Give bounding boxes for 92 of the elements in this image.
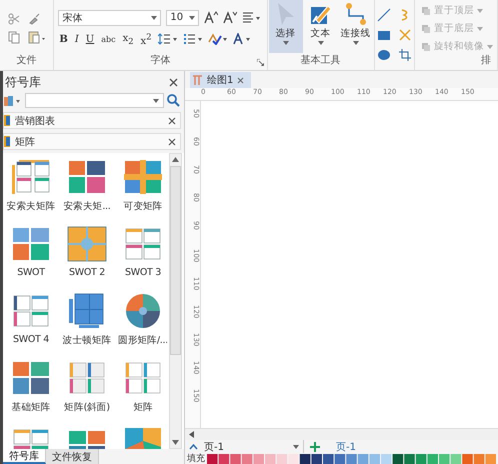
- brush-icon[interactable]: [28, 13, 40, 25]
- group-label: 字体: [150, 54, 170, 68]
- caret-icon: [352, 41, 359, 45]
- shape-label: 安索夫矩...: [64, 200, 110, 213]
- scrollbar-thumb[interactable]: [170, 166, 181, 356]
- rectangle-icon[interactable]: [376, 28, 391, 42]
- caret-icon: [477, 26, 483, 30]
- shape-thumbnail-drawing[interactable]: [11, 360, 51, 396]
- shape-label: SWOT 2: [69, 267, 105, 278]
- shape-label: 矩阵: [133, 401, 153, 414]
- format-button[interactable]: U: [84, 34, 96, 45]
- format-button[interactable]: x$^{2}$: [140, 32, 152, 48]
- font-color-icon[interactable]: [232, 33, 250, 46]
- paste-icon[interactable]: [28, 31, 46, 44]
- close-icon[interactable]: [169, 78, 178, 87]
- document-tab[interactable]: 绘图1: [190, 72, 252, 88]
- shape-label: SWOT 3: [125, 267, 161, 278]
- line-spacing-icon[interactable]: [158, 33, 178, 46]
- shape-thumbnail-drawing[interactable]: [67, 159, 107, 195]
- copy-icon[interactable]: [8, 31, 20, 44]
- caret-icon: [189, 16, 196, 20]
- category-header[interactable]: 营销图表: [3, 112, 181, 129]
- scroll-up-icon[interactable]: [172, 157, 179, 162]
- tool-button[interactable]: 文本: [304, 0, 338, 53]
- shape-thumbnail-drawing[interactable]: [123, 226, 163, 262]
- dialog-launcher-icon[interactable]: [256, 59, 264, 66]
- grow-font-icon[interactable]: [204, 11, 218, 24]
- shape-label: 可变矩阵: [124, 200, 162, 213]
- shape-thumbnail-drawing[interactable]: [67, 360, 107, 396]
- shape-label: SWOT 4: [13, 334, 49, 345]
- panel-title: 符号库: [5, 74, 41, 91]
- crop-icon[interactable]: [398, 48, 412, 62]
- color-palette-drawing[interactable]: [207, 454, 497, 464]
- panel-tab[interactable]: 符号库: [3, 449, 46, 464]
- shape-thumbnail-drawing[interactable]: [11, 226, 51, 262]
- scroll-down-icon[interactable]: [172, 440, 179, 445]
- search-field[interactable]: [25, 93, 164, 108]
- shape-label: 圆形矩阵/...: [118, 334, 167, 347]
- format-button[interactable]: I: [74, 34, 80, 45]
- shape-thumbnail-drawing[interactable]: [123, 360, 163, 396]
- search-icon[interactable]: [167, 94, 180, 107]
- scrollbar[interactable]: [169, 153, 182, 449]
- group-label: 文件: [16, 54, 37, 68]
- close-icon[interactable]: [168, 116, 176, 124]
- library-icon[interactable]: [4, 94, 22, 106]
- chevron-up-icon[interactable]: [189, 444, 198, 450]
- circle-icon[interactable]: [376, 48, 391, 62]
- caret-icon: [487, 44, 493, 48]
- shrink-font-icon[interactable]: [223, 11, 238, 24]
- close-icon[interactable]: [168, 138, 176, 146]
- fill-label: 填充: [187, 453, 205, 464]
- caret-icon: [318, 41, 324, 45]
- tool-button[interactable]: 选择: [268, 0, 303, 53]
- caret-icon: [477, 8, 483, 12]
- close-icon[interactable]: [237, 76, 244, 84]
- book-icon: [4, 115, 10, 126]
- text-color-icon[interactable]: [208, 33, 228, 46]
- tool-button[interactable]: 连接线: [338, 0, 373, 53]
- align-icon[interactable]: [242, 12, 262, 24]
- drawing-doc-icon: [193, 74, 203, 86]
- shape-label: 矩阵(斜面): [64, 401, 110, 414]
- font-size-dropdown[interactable]: 10: [166, 10, 200, 26]
- line-icon[interactable]: [376, 8, 391, 22]
- connector-icon: [344, 2, 367, 26]
- scissors-icon[interactable]: [8, 13, 20, 25]
- caret-icon: [293, 444, 299, 448]
- shape-label: 基础矩阵: [12, 401, 50, 414]
- caret-icon: [151, 16, 158, 20]
- group-label: 基本工具: [300, 54, 341, 68]
- font-dropdown[interactable]: 宋体: [58, 10, 162, 26]
- shape-thumbnail-drawing[interactable]: [11, 159, 51, 195]
- caret-icon[interactable]: [153, 98, 159, 102]
- format-button[interactable]: abc: [100, 34, 117, 44]
- scroll-left-icon[interactable]: [189, 431, 194, 438]
- page-tab[interactable]: 页-1: [326, 440, 356, 454]
- shape-thumbnail-drawing[interactable]: [11, 293, 51, 329]
- caret-icon: [282, 41, 289, 45]
- category-header[interactable]: 矩阵: [3, 133, 181, 150]
- shape-thumbnail-drawing[interactable]: [123, 159, 163, 195]
- scrollbar[interactable]: [185, 428, 498, 440]
- add-icon[interactable]: [310, 442, 320, 452]
- shape-label: 波士顿矩阵: [62, 334, 112, 347]
- panel-tab[interactable]: 文件恢复: [46, 449, 99, 464]
- shape-label: SWOT: [17, 267, 45, 278]
- bullet-list-icon[interactable]: [182, 33, 202, 46]
- book-icon: [4, 136, 10, 147]
- shape-label: 安索夫矩阵: [6, 200, 56, 213]
- format-button[interactable]: x$_{2}$: [122, 32, 135, 46]
- format-button[interactable]: B: [58, 34, 69, 45]
- group-label: 排: [481, 54, 492, 68]
- shape-thumbnail-drawing[interactable]: [123, 293, 163, 329]
- shape-thumbnail-drawing[interactable]: [67, 226, 107, 262]
